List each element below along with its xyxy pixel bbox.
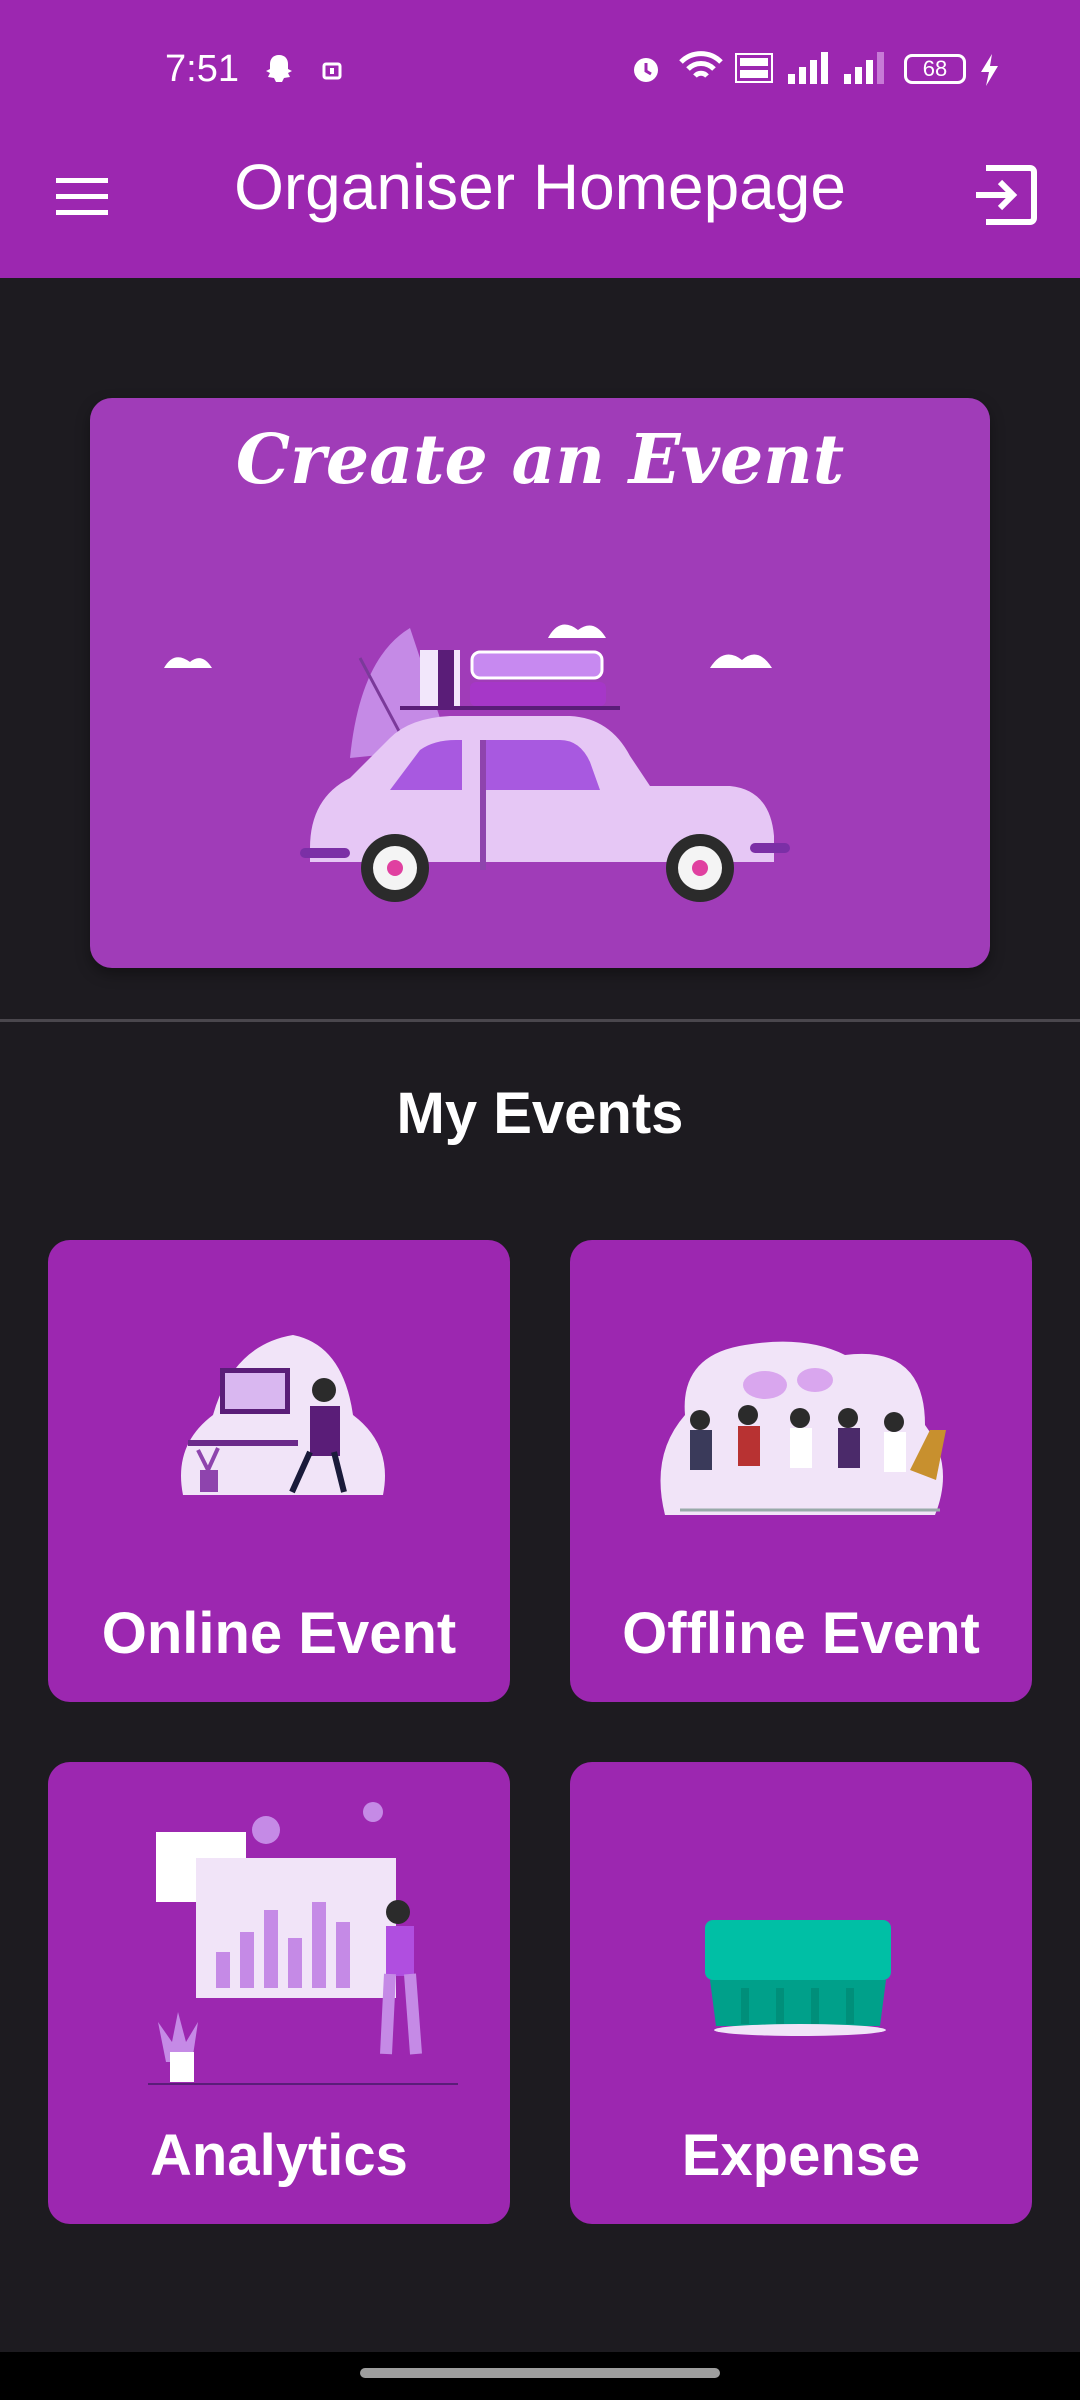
online-event-illustration	[181, 1335, 385, 1495]
offline-event-label: Offline Event	[622, 1601, 980, 1666]
expense-tile[interactable]: Expense	[570, 1762, 1032, 2224]
online-event-tile[interactable]: Online Event	[48, 1240, 510, 1702]
status-bar: 7:51 68	[0, 0, 1080, 140]
create-event-card[interactable]: Create an Event	[90, 398, 990, 968]
volte-icon	[735, 53, 773, 83]
home-gesture-handle[interactable]	[360, 2368, 720, 2378]
create-event-title: Create an Event	[235, 420, 845, 500]
section-divider	[0, 1019, 1080, 1022]
expense-illustration	[705, 1920, 891, 2036]
analytics-tile[interactable]: Analytics	[48, 1762, 510, 2224]
analytics-label: Analytics	[150, 2123, 408, 2188]
signal-icon	[788, 52, 828, 84]
my-events-heading: My Events	[396, 1081, 684, 1146]
page-title: Organiser Homepage	[234, 151, 846, 223]
car-illustration	[164, 624, 790, 902]
system-navigation-bar	[0, 2352, 1080, 2400]
top-app-bar: 7:51 68 Organiser Homepage	[0, 0, 1080, 278]
online-event-label: Online Event	[101, 1601, 457, 1666]
analytics-illustration	[148, 1802, 458, 2085]
signal-icon	[844, 52, 884, 84]
charging-icon	[981, 54, 998, 86]
wifi-icon	[679, 51, 723, 78]
expense-label: Expense	[681, 2123, 921, 2188]
battery-level: 68	[922, 56, 948, 81]
status-time: 7:51	[165, 48, 239, 90]
alarm-icon	[634, 58, 658, 82]
notification-icon	[322, 62, 342, 80]
offline-event-tile[interactable]: Offline Event	[570, 1240, 1032, 1702]
logout-icon[interactable]	[972, 160, 1042, 230]
snapchat-icon	[266, 55, 292, 82]
offline-event-illustration	[660, 1341, 946, 1515]
battery-icon: 68	[904, 54, 966, 84]
